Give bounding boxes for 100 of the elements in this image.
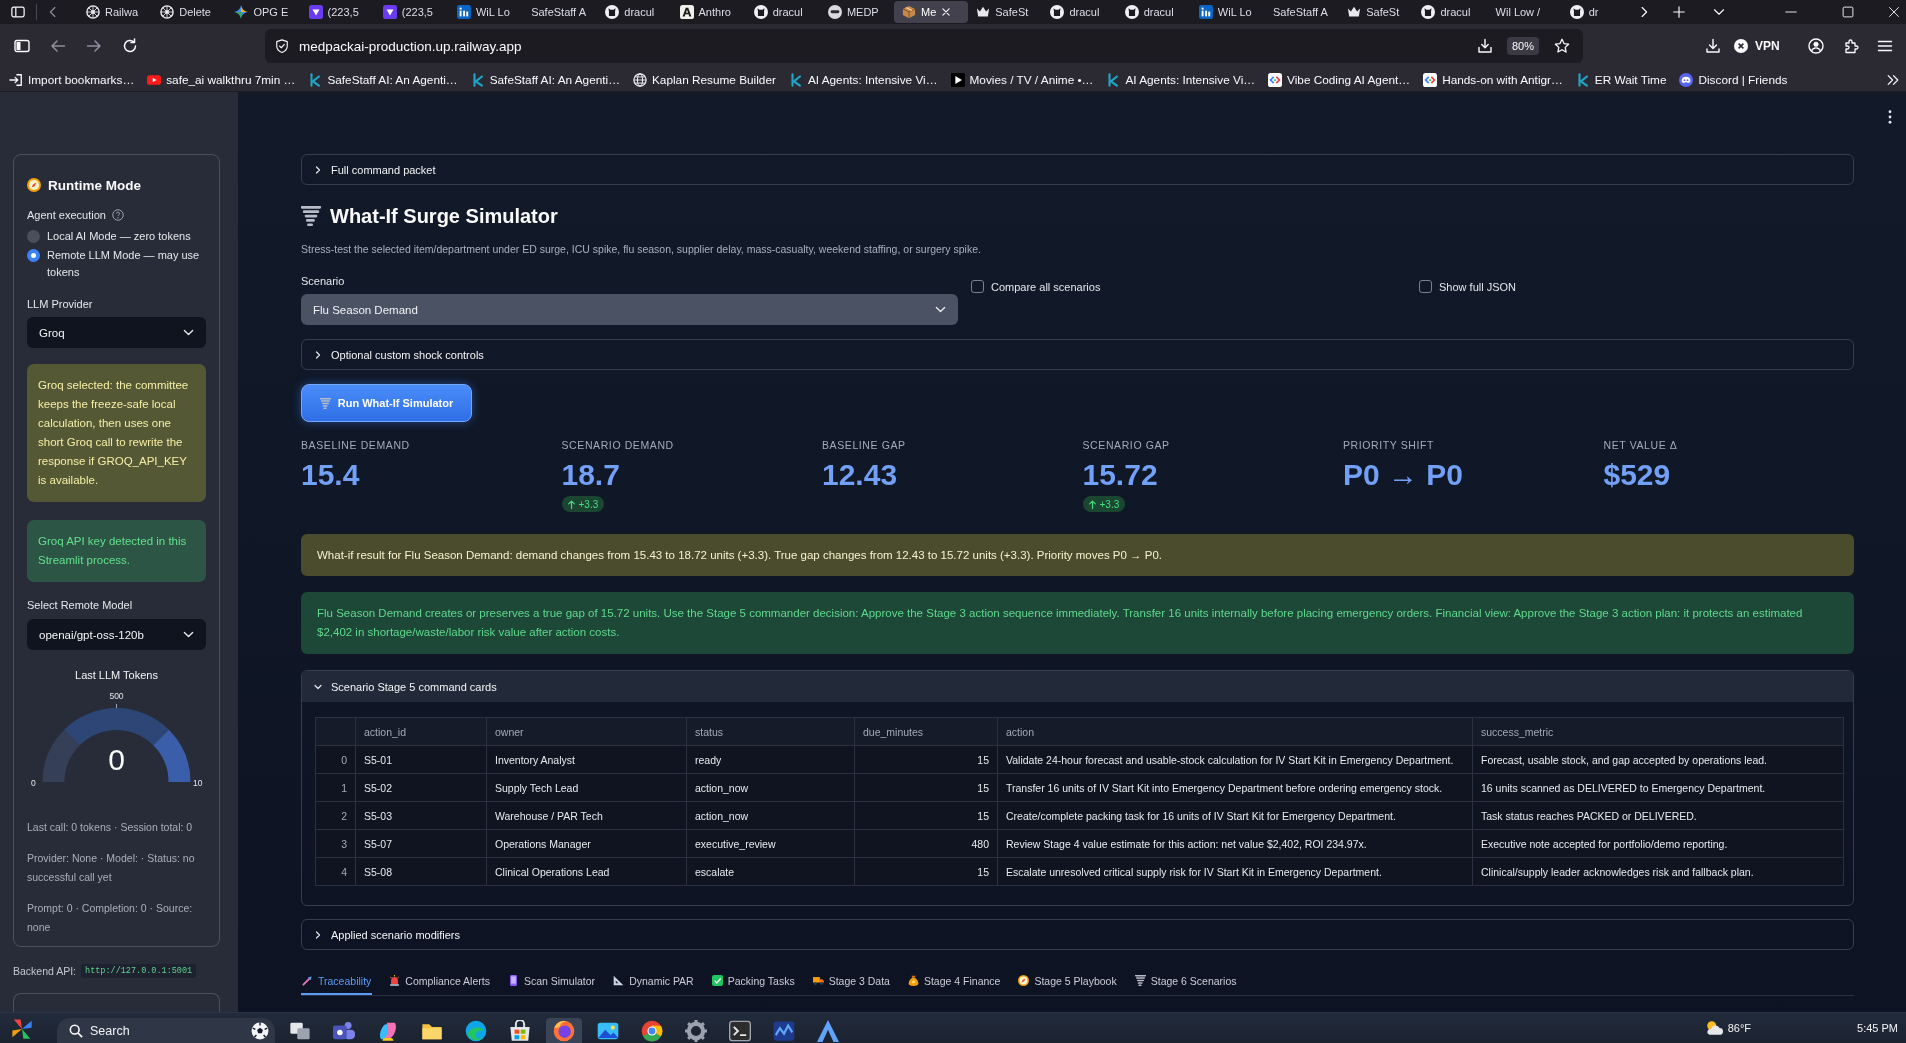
browser-tab[interactable]: SafeStaff A	[523, 1, 598, 23]
browser-tab[interactable]: (223,5	[374, 1, 449, 23]
browser-tab[interactable]: WiL Lo	[448, 1, 524, 23]
close-icon[interactable]	[1888, 6, 1900, 18]
field-label: LLM Provider	[27, 297, 94, 312]
browser-tab[interactable]: dracul	[597, 1, 672, 23]
tab[interactable]: Packing Tasks	[710, 968, 796, 995]
tab[interactable]: Stage 5 Playbook	[1017, 968, 1118, 995]
bookmark-link[interactable]: Discord | Friends	[1679, 72, 1788, 87]
logo-icon	[308, 72, 323, 87]
help-icon[interactable]	[111, 209, 124, 221]
terminal-icon	[729, 1020, 751, 1042]
browser-tab[interactable]: SafeSt	[1339, 1, 1414, 23]
tab[interactable]: Compliance Alerts	[388, 968, 491, 995]
expander-header[interactable]: Full command packet	[301, 154, 1854, 185]
pinwheel-icon[interactable]	[11, 1018, 33, 1040]
select-field[interactable]: Flu Season Demand	[301, 294, 958, 325]
chevron-right-icon[interactable]	[1638, 6, 1650, 18]
browser-tab[interactable]: SafeStaff A	[1265, 1, 1340, 23]
checkbox[interactable]	[971, 280, 984, 293]
zoom-level-button[interactable]: 80%	[1506, 37, 1539, 55]
tab[interactable]: Traceability	[301, 968, 373, 995]
bookmark-link[interactable]: Kaplan Resume Builder	[632, 72, 776, 87]
column-header[interactable]: success_metric	[1472, 717, 1844, 746]
address-bar[interactable]: medpackai-production.up.railway.app 80%	[265, 29, 1583, 63]
status-text: Last call: 0 tokens · Session total: 0	[27, 820, 194, 835]
browser-tab[interactable]: Delete	[152, 1, 227, 23]
double-chevron-icon[interactable]	[1886, 72, 1900, 87]
panel-title: Runtime Mode	[48, 177, 141, 193]
arrow-up-icon	[566, 499, 576, 509]
browser-tab[interactable]: Wil Low /	[1487, 1, 1562, 23]
close-icon[interactable]	[941, 7, 952, 17]
vpn-button[interactable]: VPN	[1734, 39, 1780, 53]
sidebar-panel-icon[interactable]	[14, 38, 30, 54]
bookmark-link[interactable]: ER Wait Time	[1575, 72, 1667, 87]
bookmark-link[interactable]: SafeStaff AI: An Agenti…	[308, 72, 458, 87]
reload-icon[interactable]	[122, 38, 138, 54]
bookmark-link[interactable]: SafeStaff AI: An Agenti…	[470, 72, 620, 87]
tab[interactable]: Stage 6 Scenarios	[1133, 968, 1238, 995]
tab[interactable]: Scan Simulator	[506, 968, 597, 995]
radio-button[interactable]	[27, 249, 40, 262]
bookmark-link[interactable]: Import bookmarks…	[9, 72, 135, 87]
tab[interactable]: Stage 3 Data	[811, 968, 891, 995]
restore-icon[interactable]	[1842, 6, 1854, 18]
radio-button[interactable]	[27, 230, 40, 243]
search-box[interactable]: Search	[57, 1018, 275, 1043]
column-header[interactable]: action_id	[355, 717, 487, 746]
column-header[interactable]: action	[997, 717, 1473, 746]
search-field[interactable]: Search	[90, 1024, 244, 1038]
browser-tab[interactable]: WiL Lo	[1190, 1, 1265, 23]
metric-label: PRIORITY SHIFT	[1343, 438, 1435, 453]
tab[interactable]: Dynamic PAR	[612, 968, 695, 995]
browser-tab[interactable]: Me	[894, 1, 969, 23]
browser-tab[interactable]: dracul	[1116, 1, 1191, 23]
expander-header[interactable]: Scenario Stage 5 command cards	[302, 671, 1853, 702]
puzzle-icon[interactable]	[1842, 38, 1859, 54]
expander-header[interactable]: Applied scenario modifiers	[301, 919, 1854, 950]
bookmark-link[interactable]: Movies / TV / Anime •…	[950, 72, 1094, 87]
browser-tab[interactable]: OPG E	[226, 1, 301, 23]
browser-tab[interactable]: (223,5	[300, 1, 375, 23]
gauge-tick-label: 10	[193, 778, 203, 788]
column-header[interactable]: status	[686, 717, 855, 746]
bookmark-link[interactable]: AI Agents: Intensive Vi…	[788, 72, 938, 87]
chevron-left-icon[interactable]	[47, 6, 59, 18]
browser-tab[interactable]: MEDP	[819, 1, 895, 23]
plus-icon[interactable]	[1673, 6, 1685, 18]
bookmark-link[interactable]: safe_ai walkthru 7min …	[147, 72, 296, 87]
row-index: 0	[315, 745, 356, 774]
bookmark-link[interactable]: AI Agents: Intensive Vi…	[1106, 72, 1256, 87]
column-header[interactable]: due_minutes	[854, 717, 998, 746]
save-to-tray-icon[interactable]	[1476, 38, 1493, 54]
browser-tab[interactable]: Anthro	[671, 1, 746, 23]
menu-icon[interactable]	[1876, 38, 1893, 54]
run-simulator-button[interactable]: Run What-If Simulator	[301, 384, 472, 422]
download-icon[interactable]	[1705, 38, 1721, 54]
browser-tab[interactable]: dracul	[745, 1, 820, 23]
checkbox[interactable]	[1419, 280, 1432, 293]
browser-tab[interactable]: SafeSt	[968, 1, 1043, 23]
check-icon	[711, 975, 723, 986]
tab[interactable]: Stage 4 Finance	[906, 968, 1002, 995]
bookmark-star-icon[interactable]	[1554, 38, 1570, 54]
browser-tab[interactable]: dracul	[1042, 1, 1117, 23]
select-field[interactable]: Groq	[27, 317, 206, 348]
column-header[interactable]: owner	[486, 717, 687, 746]
back-arrow-icon[interactable]	[50, 38, 66, 54]
phone-icon	[507, 975, 519, 986]
taskbar-app[interactable]	[546, 1018, 582, 1043]
table-cell: S5-01	[355, 745, 487, 774]
select-field[interactable]: openai/gpt-oss-120b	[27, 619, 206, 650]
browser-tab[interactable]: Railwa	[78, 1, 153, 23]
sidebar-panel-icon[interactable]	[11, 5, 25, 19]
forward-arrow-icon[interactable]	[86, 38, 102, 54]
browser-tab[interactable]: dr	[1561, 1, 1636, 23]
account-icon[interactable]	[1807, 38, 1824, 54]
bookmark-link[interactable]: Vibe Coding AI Agent…	[1268, 72, 1411, 87]
expander-header[interactable]: Optional custom shock controls	[301, 339, 1854, 370]
chevron-down-icon[interactable]	[1713, 6, 1725, 18]
browser-tab[interactable]: dracul	[1413, 1, 1488, 23]
bookmark-link[interactable]: Hands-on with Antigr…	[1423, 72, 1563, 87]
row-index: 4	[315, 857, 356, 886]
